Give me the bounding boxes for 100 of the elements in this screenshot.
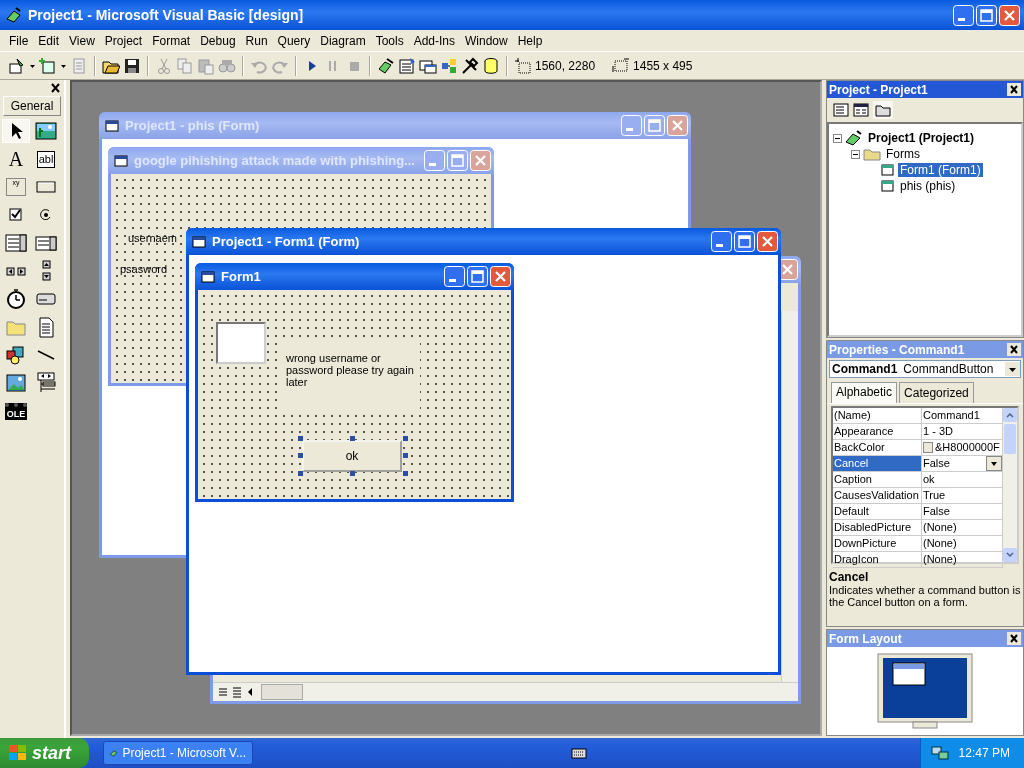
minimize-button[interactable] xyxy=(444,266,465,287)
property-name[interactable]: DisabledPicture xyxy=(833,520,922,535)
property-name[interactable]: BackColor xyxy=(833,440,922,455)
position-readout: 1560, 2280 xyxy=(535,58,596,73)
resize-handle[interactable] xyxy=(403,436,408,441)
save-icon[interactable] xyxy=(123,56,141,75)
menu-item[interactable]: Diagram xyxy=(315,31,371,50)
horizontal-scrollbar[interactable] xyxy=(213,682,798,701)
shapes-icon[interactable] xyxy=(5,344,27,366)
close-button[interactable] xyxy=(999,4,1020,26)
keyboard-icon[interactable] xyxy=(571,747,588,759)
property-name[interactable]: CausesValidation xyxy=(833,488,922,503)
network-icon[interactable] xyxy=(930,745,949,761)
property-value[interactable]: ok xyxy=(923,472,935,487)
vertical-scrollbar[interactable] xyxy=(781,311,798,682)
textbox-tool-icon[interactable]: abl xyxy=(36,150,56,168)
close-icon[interactable] xyxy=(1007,343,1021,356)
properties-tab[interactable]: Categorized xyxy=(899,382,974,403)
procedure-view-icon[interactable] xyxy=(217,686,229,698)
vertical-scrollbar[interactable] xyxy=(1003,408,1017,562)
property-value[interactable]: False xyxy=(923,456,950,471)
toggle-folders-icon[interactable] xyxy=(873,101,893,119)
property-name[interactable]: Default xyxy=(833,504,922,519)
image-icon[interactable] xyxy=(5,372,27,394)
scrollbar-thumb[interactable] xyxy=(1004,424,1016,454)
view-code-icon[interactable] xyxy=(833,103,849,117)
property-value[interactable]: (None) xyxy=(923,536,957,551)
property-name[interactable]: Caption xyxy=(833,472,922,487)
property-value[interactable]: 1 - 3D xyxy=(923,424,953,439)
resize-handle[interactable] xyxy=(298,453,303,458)
close-button[interactable] xyxy=(757,231,778,252)
property-name[interactable]: Appearance xyxy=(833,424,922,439)
picture-box-icon[interactable] xyxy=(35,120,57,142)
maximize-button[interactable] xyxy=(734,231,755,252)
window-title: Project1 - phis (Form) xyxy=(125,118,261,133)
project-explorer-icon[interactable] xyxy=(377,56,395,75)
taskbar-button[interactable]: Project1 - Microsoft V... xyxy=(103,741,253,765)
dropdown-icon[interactable] xyxy=(986,456,1002,471)
menu-item[interactable]: Window xyxy=(460,31,513,50)
tree-item[interactable]: Forms xyxy=(884,147,922,161)
property-value[interactable]: &H8000000F xyxy=(935,440,1000,455)
menu-item[interactable]: Help xyxy=(512,31,548,50)
menu-item[interactable]: Debug xyxy=(195,31,241,50)
full-module-view-icon[interactable] xyxy=(231,686,243,698)
object-dropdown[interactable]: Command1 CommandButton xyxy=(829,360,1021,378)
close-icon[interactable] xyxy=(1007,83,1021,96)
tree-item[interactable]: phis (phis) xyxy=(898,179,958,193)
resize-handle[interactable] xyxy=(350,471,355,476)
maximize-button[interactable] xyxy=(467,266,488,287)
menu-item[interactable]: File xyxy=(4,31,34,50)
object-browser-icon[interactable] xyxy=(440,56,458,75)
ok-button[interactable]: ok xyxy=(302,440,402,472)
menu-item[interactable]: Run xyxy=(240,31,273,50)
property-value[interactable]: Command1 xyxy=(923,408,980,423)
resize-handle[interactable] xyxy=(403,471,408,476)
menu-item[interactable]: Query xyxy=(272,31,316,50)
maximize-button[interactable] xyxy=(976,4,997,26)
collapse-icon[interactable] xyxy=(851,149,860,159)
minimize-button[interactable] xyxy=(953,4,974,26)
property-name[interactable]: DragIcon xyxy=(833,552,922,567)
toolbox-icon[interactable] xyxy=(461,56,479,75)
property-name[interactable]: (Name) xyxy=(833,408,922,423)
menu-item[interactable]: Add-Ins xyxy=(408,31,460,50)
label-tool-icon[interactable]: A xyxy=(8,149,24,169)
minimize-button[interactable] xyxy=(711,231,732,252)
properties-icon[interactable] xyxy=(398,56,416,75)
menu-item[interactable]: Project xyxy=(99,31,148,50)
resize-handle[interactable] xyxy=(403,453,408,458)
scrollbar-thumb[interactable] xyxy=(261,684,303,700)
tree-item[interactable]: Project1 (Project1) xyxy=(866,131,977,145)
data-view-icon[interactable] xyxy=(482,56,500,75)
menu-item[interactable]: View xyxy=(64,31,100,50)
add-project-icon[interactable] xyxy=(8,56,26,75)
stopwatch-icon[interactable] xyxy=(5,288,27,310)
data-control-icon[interactable] xyxy=(35,372,57,394)
property-value[interactable]: (None) xyxy=(923,520,957,535)
toolbox-tab[interactable]: General xyxy=(3,96,61,116)
property-name[interactable]: DownPicture xyxy=(833,536,922,551)
menu-item[interactable]: Edit xyxy=(33,31,65,50)
property-value[interactable]: True xyxy=(923,488,946,503)
resize-handle[interactable] xyxy=(298,436,303,441)
menu-item[interactable]: Format xyxy=(147,31,196,50)
close-icon[interactable] xyxy=(1007,632,1021,645)
resize-handle[interactable] xyxy=(298,471,303,476)
property-value[interactable]: (None) xyxy=(923,552,957,567)
close-button[interactable] xyxy=(490,266,511,287)
combo-box-icon[interactable] xyxy=(5,232,27,254)
collapse-icon[interactable] xyxy=(833,133,842,143)
add-form-icon[interactable] xyxy=(39,56,57,75)
scroll-up-icon[interactable] xyxy=(1003,408,1017,422)
ole-tool-icon[interactable]: OLE xyxy=(4,402,28,420)
menu-item[interactable]: Tools xyxy=(370,31,409,50)
close-icon[interactable] xyxy=(49,82,62,94)
property-name[interactable]: Cancel xyxy=(833,456,922,471)
view-object-icon[interactable] xyxy=(853,103,869,117)
scroll-down-icon[interactable] xyxy=(1003,548,1017,562)
resize-handle[interactable] xyxy=(350,436,355,441)
properties-tab[interactable]: Alphabetic xyxy=(831,382,898,403)
property-value[interactable]: False xyxy=(923,504,950,519)
tree-item[interactable]: Form1 (Form1) xyxy=(898,163,983,177)
